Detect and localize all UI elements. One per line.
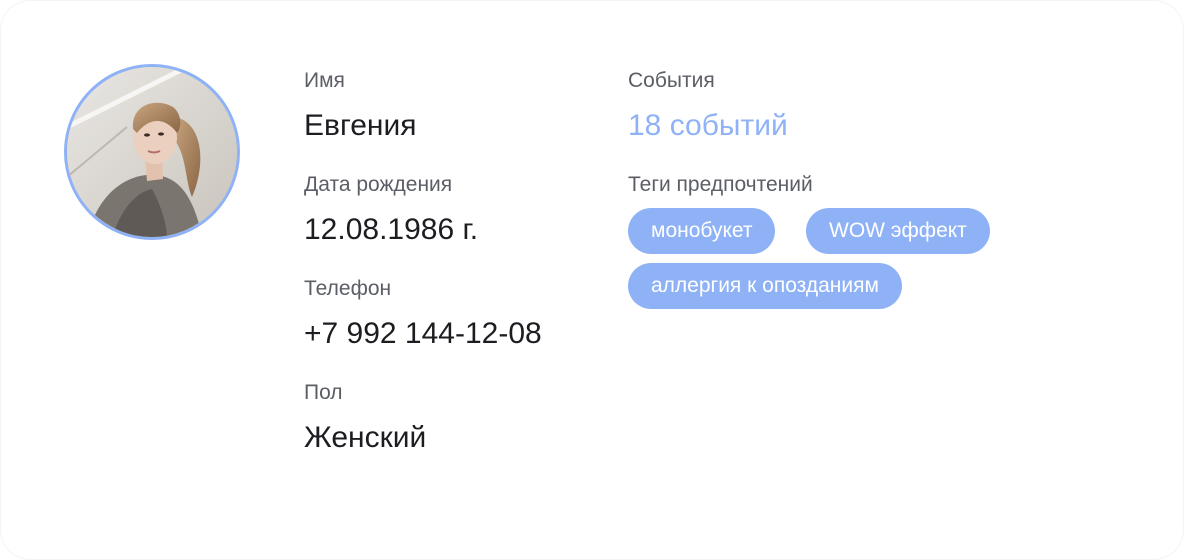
- tag-chip[interactable]: монобукет: [628, 208, 776, 254]
- gender-label: Пол: [304, 381, 343, 404]
- birth-date-value: 12.08.1986 г.: [304, 213, 479, 246]
- tags-label: Теги предпочтений: [628, 173, 813, 196]
- avatar-photo: [67, 67, 237, 237]
- birth-date-label: Дата рождения: [304, 173, 453, 196]
- phone-label: Телефон: [304, 277, 392, 300]
- tag-chip[interactable]: аллергия к опозданиям: [628, 263, 902, 309]
- name-value: Евгения: [304, 109, 417, 142]
- profile-card: Имя Евгения Дата рождения 12.08.1986 г. …: [0, 0, 1184, 560]
- phone-value: +7 992 144-12-08: [304, 317, 542, 350]
- events-label: События: [628, 69, 715, 92]
- gender-value: Женский: [304, 421, 427, 454]
- events-count-link[interactable]: 18 событий: [628, 111, 788, 141]
- tag-chip[interactable]: WOW эффект: [806, 208, 990, 254]
- avatar[interactable]: [64, 64, 240, 240]
- name-label: Имя: [304, 69, 345, 92]
